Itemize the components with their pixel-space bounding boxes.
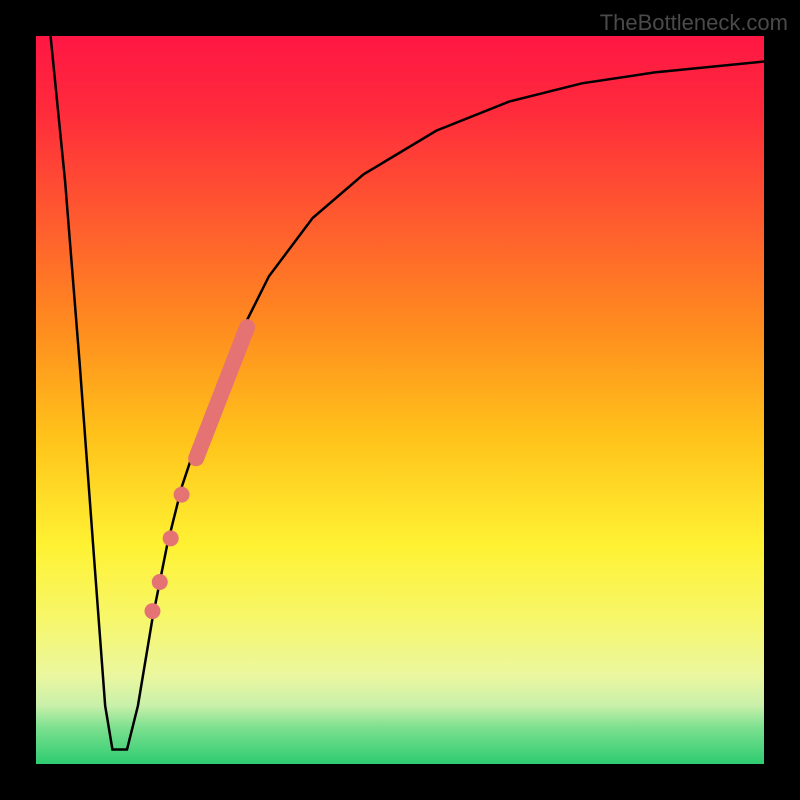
- marker-dot: [152, 574, 168, 590]
- marker-dot: [174, 487, 190, 503]
- chart-container: TheBottleneck.com: [0, 0, 800, 800]
- watermark: TheBottleneck.com: [600, 10, 788, 35]
- bottleneck-chart: TheBottleneck.com: [0, 0, 800, 800]
- marker-dot: [163, 530, 179, 546]
- marker-dot: [144, 603, 160, 619]
